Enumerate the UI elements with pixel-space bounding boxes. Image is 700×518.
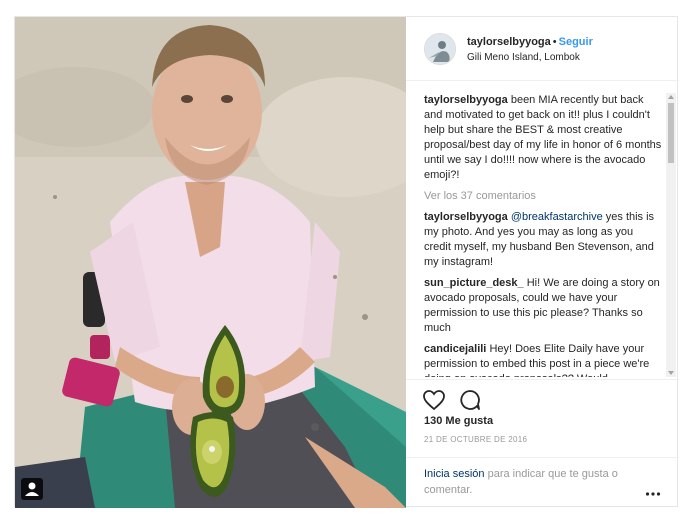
comment-item: candicejalili Hey! Does Elite Daily have… <box>424 342 662 377</box>
comments-scrollbar[interactable] <box>666 93 676 377</box>
login-link[interactable]: Inicia sesión <box>424 468 485 480</box>
comment-mention[interactable]: @breakfastarchive <box>511 211 603 223</box>
user-tag-icon[interactable] <box>21 478 43 500</box>
post-photo-illustration <box>15 17 406 508</box>
caption-text: been MIA recently but back and motivated… <box>424 94 662 181</box>
login-prompt: Inicia sesión para indicar que te gusta … <box>424 466 644 498</box>
scroll-down-arrow-icon[interactable] <box>668 371 674 375</box>
comment-item: sun_picture_desk_ Hi! We are doing a sto… <box>424 276 662 336</box>
login-footer: Inicia sesión para indicar que te gusta … <box>406 457 679 508</box>
scroll-up-arrow-icon[interactable] <box>668 95 674 99</box>
header-username[interactable]: taylorselbyyoga <box>467 36 551 48</box>
header-separator: • <box>552 36 557 48</box>
location-link[interactable]: Gili Meno Island, Lombok <box>467 52 580 63</box>
comment-username[interactable]: candicejalili <box>424 343 486 355</box>
comment-item: taylorselbyyoga @breakfastarchive yes th… <box>424 210 662 270</box>
header-line: taylorselbyyoga • Seguir <box>467 36 593 48</box>
post-sidebar: taylorselbyyoga • Seguir Gili Meno Island,… <box>406 17 679 508</box>
comment-username[interactable]: sun_picture_desk_ <box>424 277 524 289</box>
comment-username[interactable]: taylorselbyyoga <box>424 211 508 223</box>
view-all-comments-link[interactable]: Ver los 37 comentarios <box>424 189 662 204</box>
follow-button[interactable]: Seguir <box>559 36 593 48</box>
comments-list: taylorselbyyoga been MIA recently but ba… <box>424 93 662 377</box>
post-photo[interactable] <box>15 17 406 508</box>
action-bar <box>406 379 679 419</box>
avatar[interactable] <box>424 33 456 65</box>
heart-icon[interactable] <box>422 388 446 412</box>
post-header: taylorselbyyoga • Seguir Gili Meno Island,… <box>406 17 679 81</box>
scrollbar-thumb[interactable] <box>668 103 674 163</box>
comment-icon[interactable] <box>458 388 482 412</box>
caption: taylorselbyyoga been MIA recently but ba… <box>424 93 662 183</box>
instagram-post: taylorselbyyoga • Seguir Gili Meno Island,… <box>14 16 679 508</box>
caption-username[interactable]: taylorselbyyoga <box>424 94 508 106</box>
likes-count[interactable]: 130 Me gusta <box>424 415 493 427</box>
more-options-icon[interactable] <box>645 484 661 496</box>
post-date[interactable]: 21 DE OCTUBRE DE 2016 <box>424 435 527 444</box>
